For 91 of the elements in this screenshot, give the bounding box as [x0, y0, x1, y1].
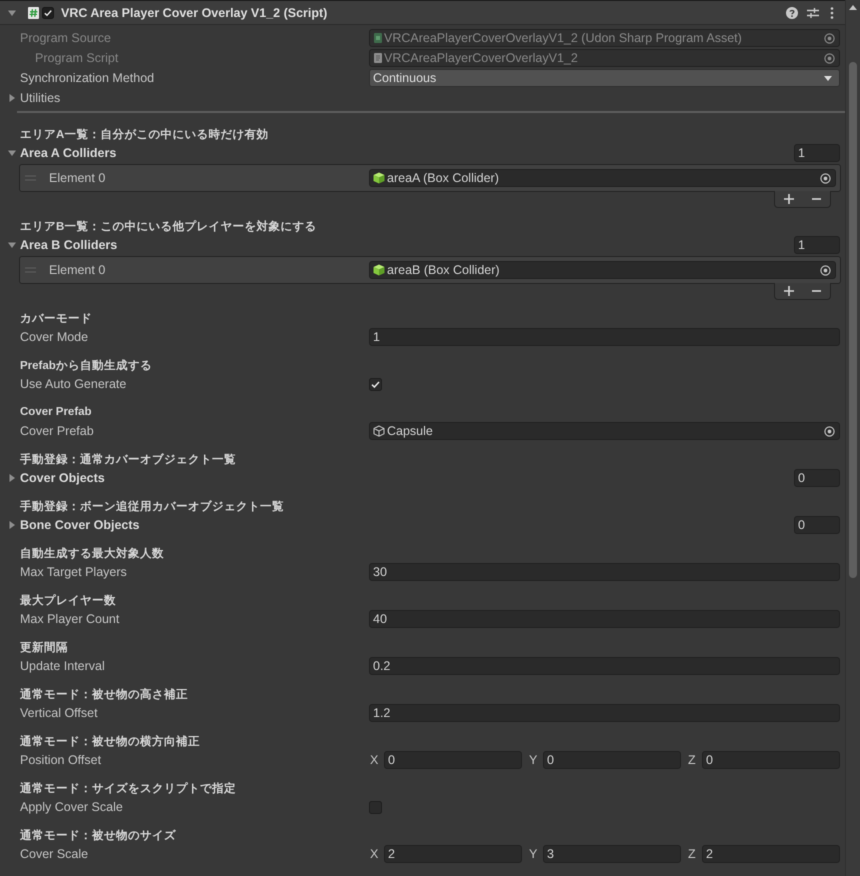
section-header: エリアA一覧：自分がこの中にいる時だけ有効: [20, 127, 268, 142]
element-label: Element 0: [49, 171, 106, 185]
object-picker-icon[interactable]: [820, 264, 831, 276]
number-field[interactable]: 40: [369, 610, 840, 628]
scroll-up-arrow-icon[interactable]: [849, 5, 857, 10]
script-file-icon: [374, 53, 382, 63]
number-field[interactable]: 3: [543, 845, 681, 863]
program-asset-icon: [374, 33, 382, 43]
field-label: Cover Mode: [20, 330, 88, 344]
field-label: Program Script: [35, 51, 118, 65]
foldout-arrow-icon[interactable]: [8, 474, 16, 482]
number-field[interactable]: 1.2: [369, 704, 840, 722]
number-field[interactable]: 2: [702, 845, 840, 863]
foldout-arrow-icon[interactable]: [8, 241, 16, 249]
field-label: Synchronization Method: [20, 71, 154, 85]
size-field[interactable]: 0: [794, 516, 840, 534]
axis-label: X: [369, 753, 380, 767]
section-header: 通常モード：被せ物の横方向補正: [20, 734, 200, 748]
section-header: 手動登録：通常カバーオブジェクト一覧: [20, 452, 236, 466]
object-field[interactable]: areaA (Box Collider): [369, 169, 836, 187]
object-picker-icon[interactable]: [824, 32, 835, 44]
drag-handle-icon[interactable]: [25, 267, 36, 273]
section-header: 更新間隔: [20, 640, 68, 654]
component-title: VRC Area Player Cover Overlay V1_2 (Script): [61, 6, 328, 20]
axis-label: Z: [687, 753, 697, 767]
axis-label: Y: [528, 847, 538, 861]
number-field[interactable]: 2: [384, 845, 522, 863]
list-label[interactable]: Area B Colliders: [20, 238, 118, 252]
field-label: Cover Scale: [20, 847, 88, 861]
field-label: Utilities: [20, 91, 60, 105]
section-header: 通常モード：サイズをスクリプトで指定: [20, 781, 236, 796]
section-header: 手動登録：ボーン追従用カバーオブジェクト一覧: [20, 499, 284, 514]
object-field[interactable]: Capsule: [369, 422, 840, 440]
field-label: Position Offset: [20, 753, 102, 767]
section-header: エリアB一覧：この中にいる他プレイヤーを対象にする: [20, 219, 316, 234]
plus-icon[interactable]: [784, 286, 794, 296]
script-icon: [28, 6, 39, 18]
object-picker-icon[interactable]: [824, 426, 835, 436]
list-label[interactable]: Area A Colliders: [20, 146, 116, 160]
dropdown[interactable]: Continuous: [369, 69, 840, 87]
axis-label: X: [369, 847, 380, 861]
field-label: Cover Prefab: [20, 424, 94, 438]
section-header: 通常モード：被せ物のサイズ: [20, 828, 176, 842]
number-field[interactable]: 0: [384, 751, 522, 769]
more-menu-icon[interactable]: [830, 6, 834, 18]
section-header: 通常モード：被せ物の高さ補正: [20, 687, 188, 702]
object-field[interactable]: areaB (Box Collider): [369, 261, 836, 279]
scrollbar-thumb[interactable]: [849, 62, 857, 578]
axis-label: Z: [687, 847, 697, 861]
element-label: Element 0: [49, 263, 106, 277]
drag-handle-icon[interactable]: [25, 175, 36, 181]
section-header: Cover Prefab: [20, 406, 92, 418]
axis-label: Y: [528, 753, 538, 767]
object-picker-icon[interactable]: [824, 52, 835, 64]
object-picker-icon[interactable]: [820, 172, 831, 184]
number-field[interactable]: 30: [369, 563, 840, 581]
checkbox[interactable]: [369, 800, 382, 814]
section-header: 自動生成する最大対象人数: [20, 546, 164, 560]
checkbox[interactable]: [369, 378, 382, 390]
list-label[interactable]: Cover Objects: [20, 471, 105, 485]
field-label: Max Target Players: [20, 565, 127, 579]
number-field[interactable]: 1: [369, 328, 840, 346]
number-field[interactable]: 0: [543, 751, 681, 769]
field-label: Update Interval: [20, 659, 105, 673]
section-header: 最大プレイヤー数: [20, 593, 116, 608]
size-field[interactable]: 1: [794, 144, 840, 162]
foldout-arrow-icon[interactable]: [8, 521, 16, 529]
number-field[interactable]: 0: [702, 751, 840, 769]
field-label: Apply Cover Scale: [20, 800, 123, 814]
collider-cube-icon: [373, 264, 385, 276]
foldout-arrow-icon[interactable]: [8, 8, 16, 16]
sliders-icon[interactable]: [807, 6, 819, 18]
plus-icon[interactable]: [784, 194, 794, 204]
enable-checkbox[interactable]: [42, 6, 54, 18]
field-label: Use Auto Generate: [20, 377, 126, 391]
list-label[interactable]: Bone Cover Objects: [20, 518, 140, 532]
caret-icon: [824, 76, 832, 80]
collider-cube-icon: [373, 172, 385, 184]
help-icon[interactable]: [786, 6, 798, 18]
scrollbar[interactable]: [845, 0, 860, 876]
foldout-arrow-icon[interactable]: [8, 94, 16, 102]
field-label: Program Source: [20, 31, 112, 45]
cube-outline-icon: [373, 425, 385, 437]
size-field[interactable]: 1: [794, 236, 840, 254]
size-field[interactable]: 0: [794, 469, 840, 487]
field-label: Vertical Offset: [20, 706, 98, 720]
field-label: Max Player Count: [20, 612, 120, 626]
section-header: Prefabから自動生成する: [20, 358, 152, 372]
number-field[interactable]: 0.2: [369, 657, 840, 675]
foldout-arrow-icon[interactable]: [8, 149, 16, 157]
section-header: カバーモード: [20, 312, 92, 326]
